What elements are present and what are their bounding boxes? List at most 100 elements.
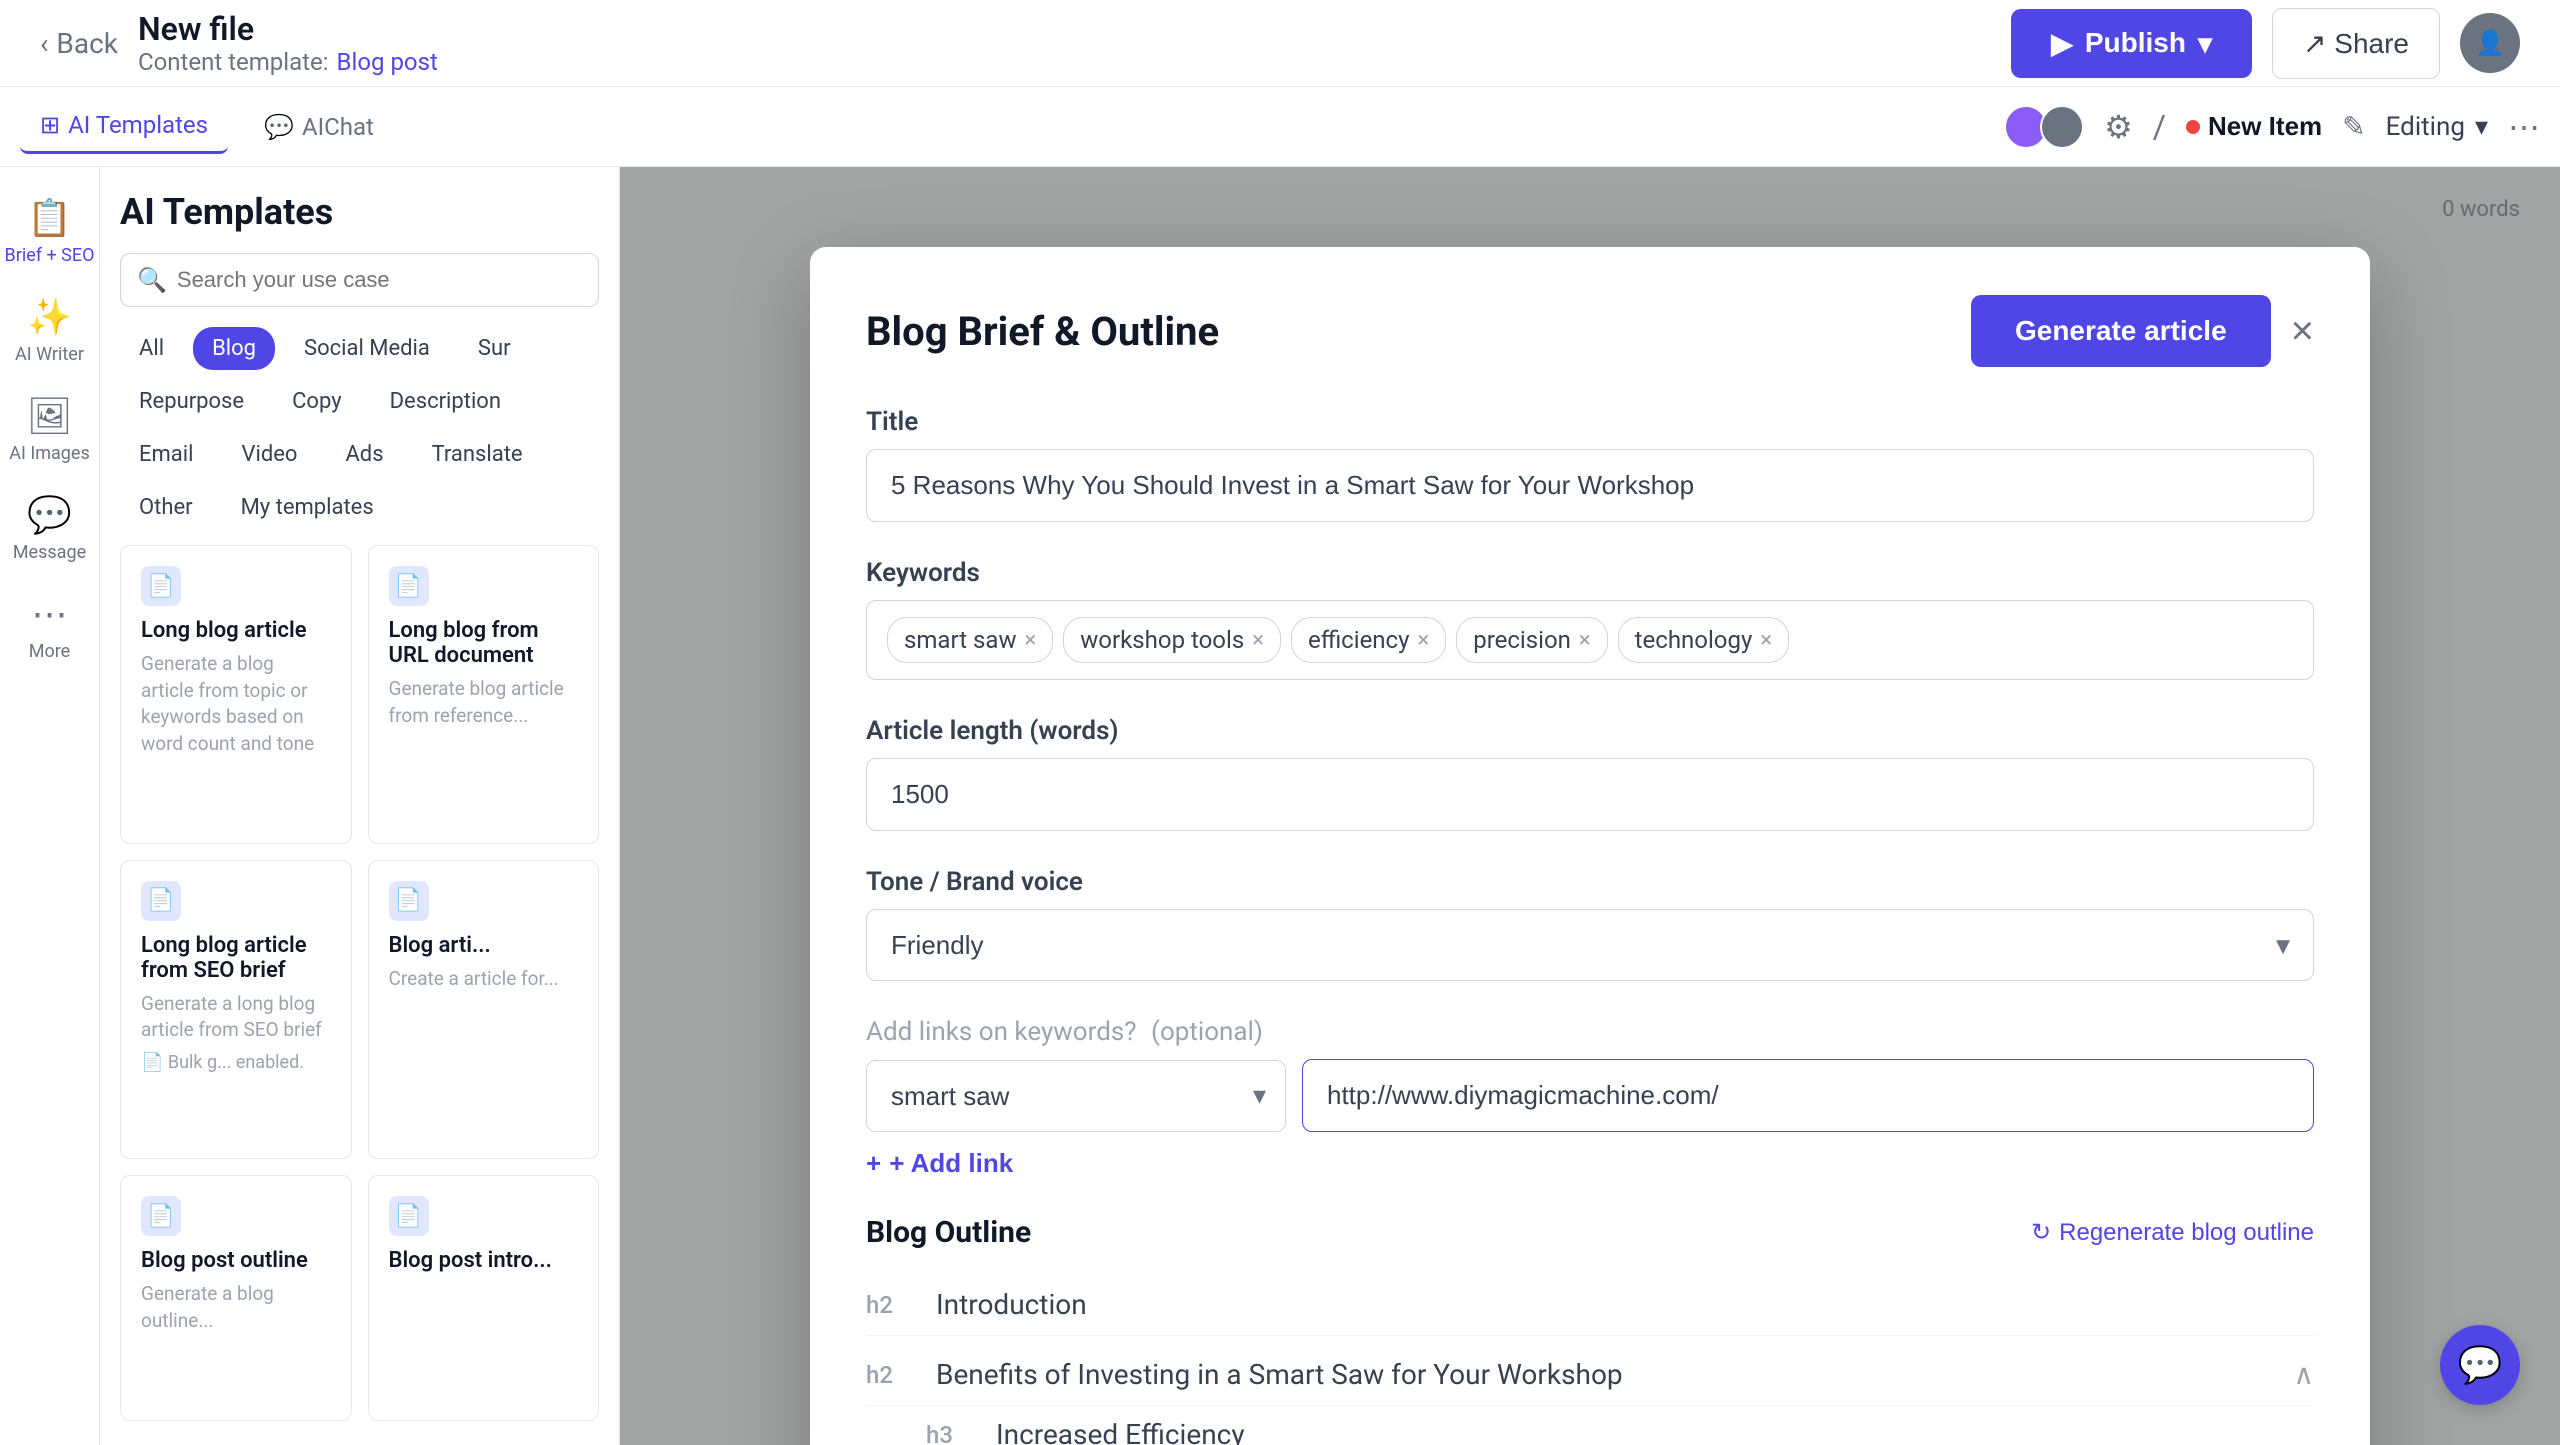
- template-card-blog-post-outline[interactable]: 📄 Blog post outline Generate a blog outl…: [120, 1175, 352, 1421]
- sidebar-item-ai-writer[interactable]: ✨ AI Writer: [15, 296, 84, 365]
- outline-header: Blog Outline ↻ Regenerate blog outline: [866, 1215, 2314, 1250]
- secondary-right: ⚙ / New Item ✎ Editing ▾ ⋯: [2012, 105, 2540, 149]
- remove-keyword-efficiency[interactable]: ×: [1417, 628, 1429, 653]
- keywords-box: smart saw × workshop tools × efficiency …: [866, 600, 2314, 680]
- outline-sub-item-efficiency: h3 Increased Efficiency: [866, 1406, 2314, 1445]
- recording-indicator: [2186, 120, 2200, 134]
- close-modal-button[interactable]: ×: [2291, 311, 2314, 351]
- search-icon: 🔍: [137, 266, 167, 294]
- outline-items: h2 Introduction h2 Benefits of Investing…: [866, 1274, 2314, 1445]
- filter-all[interactable]: All: [120, 327, 183, 370]
- chat-icon: 💬: [264, 113, 294, 141]
- sidebar-item-brief-seo[interactable]: 📋 Brief + SEO: [5, 197, 95, 266]
- filter-translate[interactable]: Translate: [413, 433, 542, 476]
- card-desc-long-blog-seo: Generate a long blog article from SEO br…: [141, 991, 331, 1044]
- tone-field-group: Tone / Brand voice Friendly Professional…: [866, 867, 2314, 981]
- file-subtitle: Content template: Blog post: [138, 48, 1991, 76]
- outline-section-title: Blog Outline: [866, 1215, 1031, 1250]
- filter-social-media[interactable]: Social Media: [285, 327, 449, 370]
- title-input[interactable]: [866, 449, 2314, 522]
- card-icon-long-blog: 📄: [141, 566, 181, 606]
- search-input[interactable]: [177, 267, 582, 293]
- app-container: ‹ Back New file Content template: Blog p…: [0, 0, 2560, 1445]
- article-length-input[interactable]: [866, 758, 2314, 831]
- filter-tags: All Blog Social Media Sur Repurpose Copy…: [120, 327, 599, 529]
- card-icon-blog-post-intro: 📄: [389, 1196, 429, 1236]
- sidebar-item-ai-images[interactable]: 🖼 AI Images: [9, 395, 90, 464]
- back-button[interactable]: ‹ Back: [40, 27, 118, 60]
- panel-title: AI Templates: [120, 191, 599, 233]
- chevron-left-icon: ‹: [40, 27, 48, 60]
- title-label: Title: [866, 407, 2314, 437]
- keyword-tag-smart-saw: smart saw ×: [887, 617, 1053, 663]
- sidebar-item-more[interactable]: ⋯ More: [29, 593, 70, 662]
- template-card-long-blog-url[interactable]: 📄 Long blog from URL document Generate b…: [368, 545, 600, 844]
- secondary-bar: ⊞ AI Templates 💬 AIChat ⚙ / New Item ✎ E…: [0, 87, 2560, 167]
- avatar[interactable]: 👤: [2460, 13, 2520, 73]
- filter-copy[interactable]: Copy: [273, 380, 361, 423]
- keywords-field-group: Keywords smart saw × workshop tools ×: [866, 558, 2314, 680]
- filter-email[interactable]: Email: [120, 433, 212, 476]
- file-info: New file Content template: Blog post: [138, 10, 1991, 76]
- publish-button[interactable]: ▶ Publish ▾: [2011, 9, 2252, 78]
- add-link-button[interactable]: + + Add link: [866, 1148, 1013, 1179]
- template-card-blog-post-intro[interactable]: 📄 Blog post intro...: [368, 1175, 600, 1421]
- plus-icon: +: [866, 1148, 881, 1179]
- outline-item-introduction: h2 Introduction: [866, 1274, 2314, 1336]
- template-cards: 📄 Long blog article Generate a blog arti…: [120, 545, 599, 1421]
- filter-repurpose[interactable]: Repurpose: [120, 380, 263, 423]
- filter-blog[interactable]: Blog: [193, 327, 275, 370]
- template-card-long-blog-seo[interactable]: 📄 Long blog article from SEO brief Gener…: [120, 860, 352, 1160]
- filter-my-templates[interactable]: My templates: [222, 486, 393, 529]
- modal-dialog: Blog Brief & Outline Generate article × …: [810, 247, 2370, 1445]
- modal-overlay[interactable]: Blog Brief & Outline Generate article × …: [620, 167, 2560, 1445]
- tone-select-wrapper: Friendly Professional Casual Formal Witt…: [866, 909, 2314, 981]
- back-label: Back: [56, 27, 118, 60]
- chat-support-button[interactable]: 💬: [2440, 1325, 2520, 1405]
- card-icon-long-blog-seo: 📄: [141, 881, 181, 921]
- ai-images-icon: 🖼: [27, 395, 73, 437]
- tone-select[interactable]: Friendly Professional Casual Formal Witt…: [866, 909, 2314, 981]
- remove-keyword-workshop-tools[interactable]: ×: [1252, 628, 1264, 653]
- new-item-button[interactable]: New Item: [2186, 111, 2322, 142]
- filter-ads[interactable]: Ads: [326, 433, 402, 476]
- tab-ai-templates[interactable]: ⊞ AI Templates: [20, 99, 228, 154]
- keyword-tag-efficiency: efficiency ×: [1291, 617, 1446, 663]
- url-input[interactable]: [1302, 1059, 2314, 1132]
- collapse-benefits-button[interactable]: ∧: [2294, 1358, 2315, 1391]
- grid-icon: ⊞: [40, 111, 60, 139]
- generate-article-button[interactable]: Generate article: [1971, 295, 2271, 367]
- blog-post-link[interactable]: Blog post: [337, 48, 438, 76]
- share-icon: ↗: [2303, 28, 2326, 59]
- remove-keyword-precision[interactable]: ×: [1579, 628, 1591, 653]
- ai-writer-icon: ✨: [27, 296, 72, 338]
- keyword-link-select[interactable]: smart saw workshop tools efficiency prec…: [866, 1060, 1286, 1132]
- more-options-icon[interactable]: ⋯: [2508, 108, 2540, 146]
- template-card-long-blog[interactable]: 📄 Long blog article Generate a blog arti…: [120, 545, 352, 844]
- card-icon-blog-post-outline: 📄: [141, 1196, 181, 1236]
- h-badge-intro: h2: [866, 1291, 916, 1319]
- remove-keyword-technology[interactable]: ×: [1760, 628, 1772, 653]
- remove-keyword-smart-saw[interactable]: ×: [1025, 628, 1037, 653]
- h-badge-benefits: h2: [866, 1361, 916, 1389]
- filter-description[interactable]: Description: [371, 380, 520, 423]
- modal-title: Blog Brief & Outline: [866, 308, 1219, 355]
- card-title-long-blog: Long blog article: [141, 618, 331, 643]
- left-sidebar: 📋 Brief + SEO ✨ AI Writer 🖼 AI Images 💬 …: [0, 167, 100, 1445]
- template-card-blog-article[interactable]: 📄 Blog arti... Create a article for...: [368, 860, 600, 1160]
- sidebar-item-message[interactable]: 💬 Message: [13, 494, 86, 563]
- outline-text-efficiency: Increased Efficiency: [996, 1418, 2314, 1445]
- share-button[interactable]: ↗ Share: [2272, 8, 2440, 79]
- filter-sur[interactable]: Sur: [459, 327, 530, 370]
- gear-icon[interactable]: ⚙: [2104, 108, 2133, 146]
- title-field-group: Title: [866, 407, 2314, 522]
- filter-other[interactable]: Other: [120, 486, 212, 529]
- tab-ai-chat[interactable]: 💬 AIChat: [244, 101, 394, 153]
- regenerate-outline-button[interactable]: ↻ Regenerate blog outline: [2031, 1218, 2314, 1247]
- keyword-tag-technology: technology ×: [1618, 617, 1789, 663]
- filter-video[interactable]: Video: [222, 433, 316, 476]
- chevron-down-icon: ▾: [2198, 27, 2212, 60]
- card-title-long-blog-url: Long blog from URL document: [389, 618, 579, 668]
- card-title-blog-article: Blog arti...: [389, 933, 579, 958]
- top-bar: ‹ Back New file Content template: Blog p…: [0, 0, 2560, 87]
